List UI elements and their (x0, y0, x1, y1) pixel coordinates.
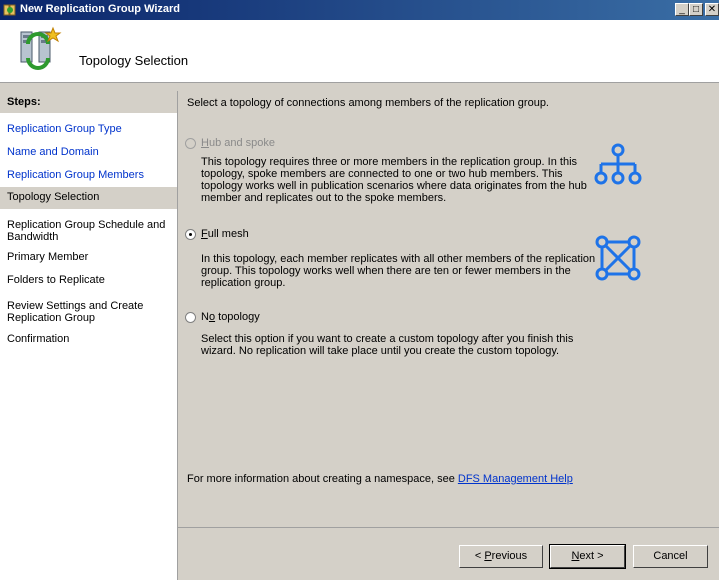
dfs-management-help-link[interactable]: DFS Management Help (458, 473, 573, 485)
step-label: Review Settings and Create Replication G… (7, 300, 144, 324)
mesh-mnemonic: F (201, 228, 208, 240)
intro-text: Select a topology of connections among m… (187, 97, 549, 109)
previous-button[interactable]: < Previous (459, 545, 543, 568)
title-bar[interactable]: New Replication Group Wizard _ □ ✕ (0, 0, 719, 20)
steps-panel: Steps: Replication Group Type Name and D… (0, 91, 178, 580)
step-primary-member: Primary Member (0, 247, 177, 269)
step-name-and-domain[interactable]: Name and Domain (0, 142, 177, 164)
steps-heading-label: Steps: (7, 96, 41, 108)
step-replication-group-members[interactable]: Replication Group Members (0, 165, 177, 187)
no-topology-description: Select this option if you want to create… (201, 333, 574, 357)
footer-separator (178, 527, 719, 528)
step-label: Replication Group Type (7, 123, 122, 135)
minimize-icon: _ (679, 4, 685, 15)
maximize-icon: □ (692, 4, 700, 15)
help-line: For more information about creating a na… (187, 473, 573, 485)
wizard-header: Topology Selection (0, 20, 719, 83)
mesh-label-rest: ull mesh (207, 228, 249, 240)
step-label: Confirmation (7, 333, 70, 345)
step-replication-group-type[interactable]: Replication Group Type (0, 119, 177, 141)
app-icon (3, 4, 16, 16)
close-button[interactable]: ✕ (705, 3, 719, 16)
next-label-rest: ext > (579, 550, 604, 562)
no-label-prefix: N (201, 311, 209, 323)
replication-wizard-icon (20, 26, 62, 70)
step-topology-selection: Topology Selection (0, 187, 177, 209)
close-icon: ✕ (707, 4, 717, 15)
hub-and-spoke-label[interactable]: Hub and spoke (201, 137, 275, 149)
step-folders-to-replicate: Folders to Replicate (0, 270, 177, 292)
help-text: For more information about creating a na… (187, 473, 455, 485)
no-topology-radio[interactable] (185, 312, 196, 323)
hub-and-spoke-description: This topology requires three or more mem… (201, 156, 587, 204)
step-review-settings: Review Settings and Create Replication G… (0, 296, 177, 328)
step-label: Replication Group Members (7, 169, 144, 181)
maximize-button[interactable]: □ (689, 3, 703, 16)
previous-label-rest: revious (491, 550, 528, 562)
no-label-rest: topology (215, 311, 260, 323)
step-schedule-and-bandwidth: Replication Group Schedule and Bandwidth (0, 215, 177, 247)
full-mesh-label[interactable]: Full mesh (201, 228, 249, 240)
full-mesh-radio[interactable] (185, 229, 196, 240)
cancel-button[interactable]: Cancel (633, 545, 708, 568)
step-confirmation: Confirmation (0, 329, 177, 351)
window-title: New Replication Group Wizard (20, 3, 181, 15)
previous-mnemonic: P (484, 550, 492, 562)
hub-and-spoke-radio[interactable] (185, 138, 196, 149)
wizard-window: New Replication Group Wizard _ □ ✕ Topol… (0, 0, 719, 580)
steps-heading: Steps: (0, 91, 177, 113)
previous-arrow: < (474, 550, 485, 562)
hub-mnemonic: H (201, 137, 209, 149)
full-mesh-topology-icon (595, 235, 641, 281)
main-content: Select a topology of connections among m… (178, 91, 719, 580)
hub-label-rest: ub and spoke (208, 137, 276, 149)
minimize-button[interactable]: _ (675, 3, 689, 16)
step-label: Name and Domain (7, 146, 99, 158)
next-button[interactable]: Next > (549, 544, 626, 569)
hub-spoke-topology-icon (594, 143, 642, 185)
no-topology-label[interactable]: No topology (201, 311, 260, 323)
step-label: Primary Member (7, 251, 89, 263)
step-label: Topology Selection (7, 191, 100, 203)
full-mesh-description: In this topology, each member replicates… (201, 253, 596, 289)
page-title: Topology Selection (79, 53, 189, 68)
step-label: Folders to Replicate (7, 274, 105, 286)
step-label: Replication Group Schedule and Bandwidth (7, 219, 166, 243)
